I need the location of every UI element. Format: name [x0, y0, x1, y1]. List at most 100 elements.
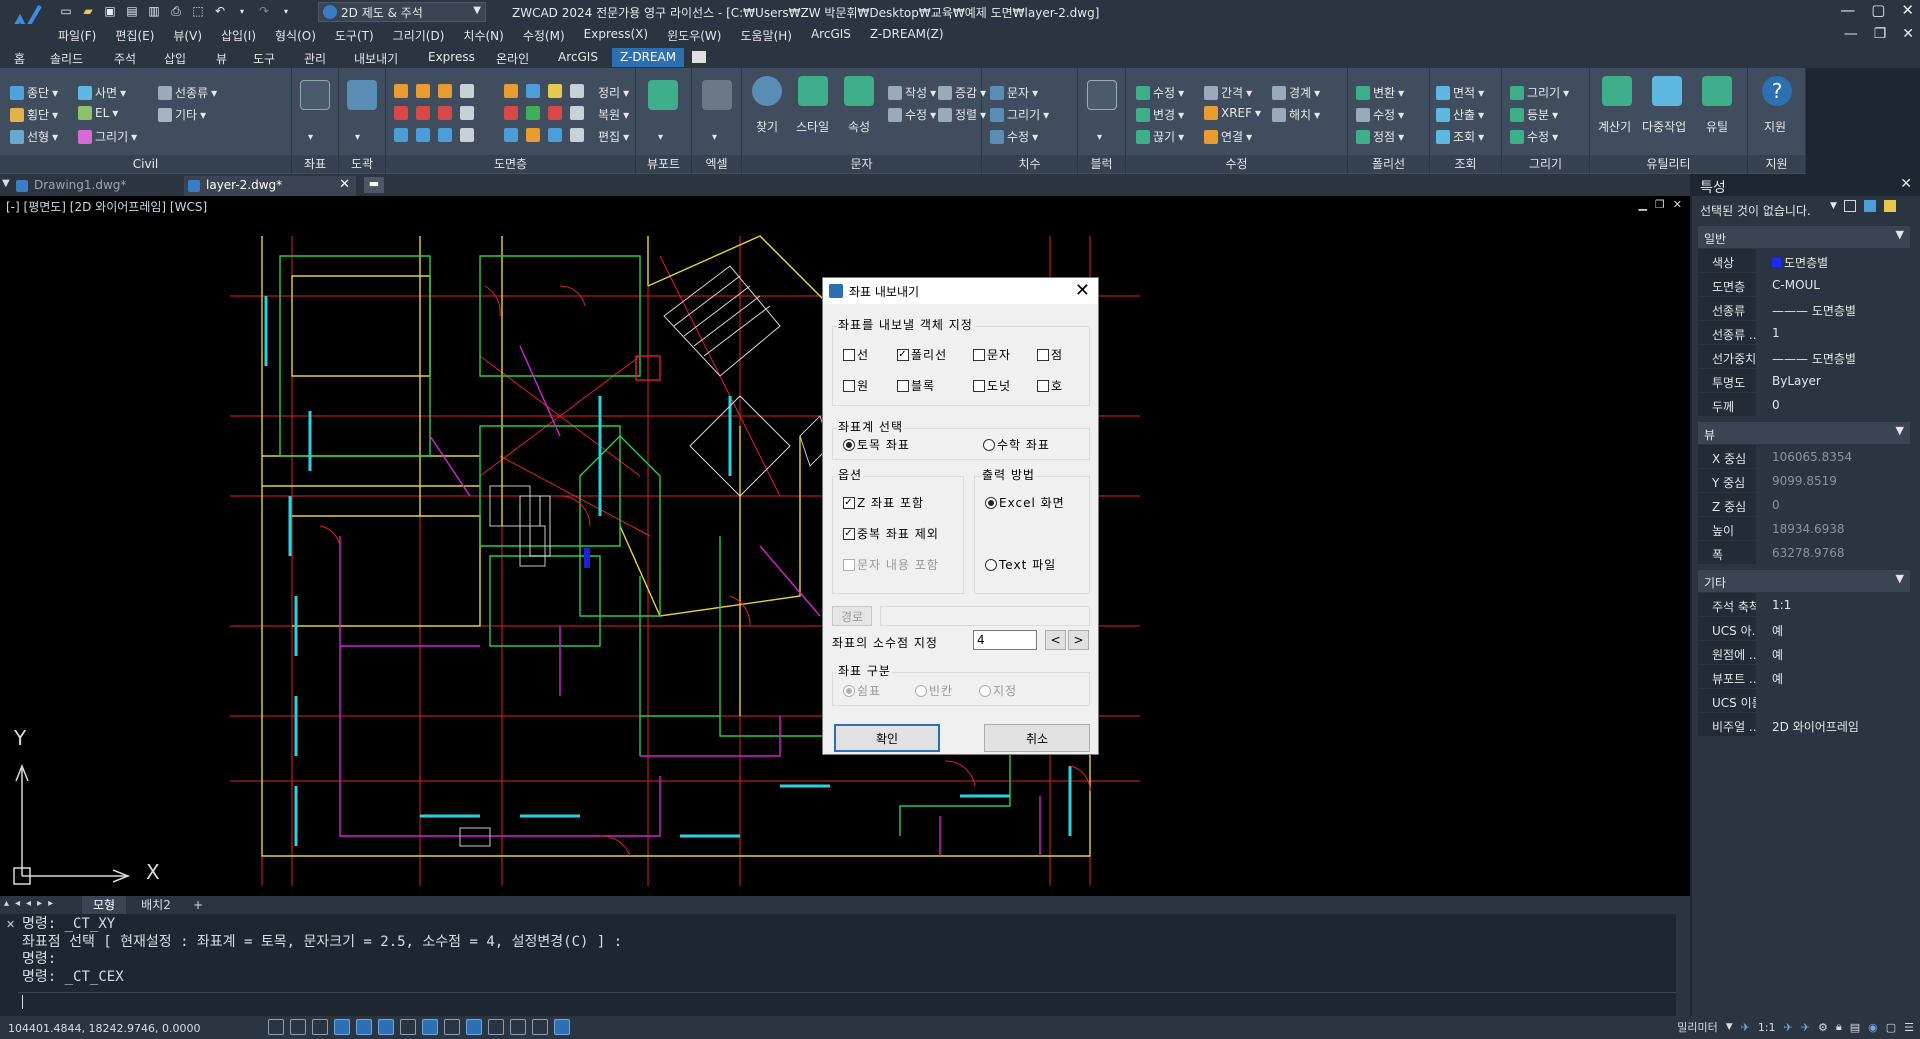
draw-button[interactable]: 그리기 ▾: [1510, 84, 1569, 101]
new-file-icon[interactable]: ▭: [58, 3, 74, 19]
tab-manage[interactable]: 관리: [304, 50, 326, 67]
find-icon[interactable]: [752, 76, 782, 106]
xref-button[interactable]: XREF ▾: [1204, 106, 1261, 120]
boundary-button[interactable]: 경계 ▾: [1272, 84, 1320, 101]
lineweight-toggle[interactable]: [444, 1019, 460, 1035]
autoscale-icon[interactable]: ✈: [1801, 1021, 1810, 1034]
save-as-icon[interactable]: ▤: [124, 3, 140, 19]
frame-icon[interactable]: [347, 80, 377, 110]
checkbox-point[interactable]: 점: [1037, 346, 1063, 363]
hardware-icon[interactable]: ▤: [1850, 1021, 1860, 1034]
prop-linetype[interactable]: 선종류 ——— 도면층별: [1698, 297, 1910, 321]
dim-draw-button[interactable]: 그리기 ▾: [990, 106, 1049, 123]
menu-help[interactable]: 도움말(H): [740, 27, 792, 44]
annotation-scale[interactable]: 1:1: [1758, 1021, 1776, 1034]
isolate-icon[interactable]: ◉: [1868, 1021, 1878, 1034]
ok-button[interactable]: 확인: [834, 724, 940, 752]
doc-minimize-icon[interactable]: —: [1844, 26, 1858, 42]
prop-ucs-per-viewport[interactable]: 뷰포트 ... 예: [1698, 665, 1910, 689]
doc-tab-drawing1[interactable]: Drawing1.dwg*: [12, 176, 182, 196]
checkbox-block[interactable]: 블록: [897, 377, 935, 394]
annotation-visibility-icon[interactable]: ✈: [1784, 1021, 1793, 1034]
checkbox-line[interactable]: 선: [843, 346, 869, 363]
ortho-toggle[interactable]: [312, 1019, 328, 1035]
osnap-toggle[interactable]: [356, 1019, 372, 1035]
checkbox-include-z[interactable]: ✓ Z 좌표 포함: [843, 494, 924, 511]
tab-arcgis[interactable]: ArcGIS: [558, 50, 598, 64]
model-space-toggle[interactable]: [532, 1019, 548, 1035]
text-style-label[interactable]: 스타일: [796, 118, 829, 135]
layer-walk-icon[interactable]: [570, 106, 584, 120]
menu-file[interactable]: 파일(F): [58, 27, 96, 44]
menu-arcgis[interactable]: ArcGIS: [811, 27, 851, 44]
minimize-icon[interactable]: —: [1840, 1, 1855, 19]
customize-icon[interactable]: ☰: [1904, 1021, 1914, 1034]
undo-icon[interactable]: ↶: [212, 3, 228, 19]
layer-isolate-icon[interactable]: [548, 106, 562, 120]
utility-icon[interactable]: [1702, 76, 1732, 106]
menu-modify[interactable]: 수정(M): [523, 27, 565, 44]
checkbox-donut[interactable]: 도넛: [973, 377, 1011, 394]
selection-dropdown[interactable]: 선택된 것이 없습니다. ▼: [1692, 196, 1920, 222]
tab-export[interactable]: 내보내기: [354, 50, 398, 67]
radio-text-file[interactable]: Text 파일: [985, 556, 1056, 573]
calculator-label[interactable]: 계산기: [1598, 118, 1631, 135]
close-icon[interactable]: ✕: [1901, 1, 1914, 19]
workspace-selector[interactable]: 2D 제도 & 주석 ▼: [318, 2, 486, 22]
menu-insert[interactable]: 삽입(I): [221, 27, 256, 44]
layer-c-icon[interactable]: [438, 84, 452, 98]
checkbox-text[interactable]: 문자: [973, 346, 1011, 363]
layer-restore-button[interactable]: 복원 ▾: [598, 106, 629, 123]
civil-etc-button[interactable]: 기타 ▾: [158, 106, 206, 123]
tab-insert[interactable]: 삽입: [164, 50, 186, 67]
layer-e-icon[interactable]: [394, 106, 408, 120]
checkbox-exclude-duplicates[interactable]: ✓ 중복 좌표 제외: [843, 525, 939, 542]
hatch-button[interactable]: 해치 ▾: [1272, 106, 1320, 123]
prop-ucs-name[interactable]: UCS 이름: [1698, 689, 1910, 713]
doc-close-icon[interactable]: ✕: [1902, 26, 1914, 42]
prop-visual-style[interactable]: 비주얼 ... 2D 와이어프레임: [1698, 713, 1910, 737]
checkbox-circle[interactable]: 원: [843, 377, 869, 394]
layer-merge-icon[interactable]: [504, 128, 518, 142]
dynamic-ucs-toggle[interactable]: [400, 1019, 416, 1035]
prop-linetype-scale[interactable]: 선종류 ... 1: [1698, 321, 1910, 345]
menu-window[interactable]: 윈도우(W): [667, 27, 721, 44]
menu-edit[interactable]: 편집(E): [115, 27, 154, 44]
tab-view[interactable]: 뷰: [216, 50, 227, 67]
support-label[interactable]: 지원: [1764, 118, 1786, 135]
layout-tab-model[interactable]: 모형: [82, 896, 126, 914]
layer-f-icon[interactable]: [416, 106, 430, 120]
units-dropdown-icon[interactable]: ▼: [1726, 1022, 1733, 1032]
lock-icon[interactable]: 🔒︎: [1836, 1020, 1842, 1034]
tab-zdream[interactable]: Z-DREAM: [612, 48, 685, 67]
annotation-scale-icon[interactable]: ✈: [1741, 1021, 1750, 1034]
text-properties-icon[interactable]: [844, 76, 874, 106]
offset-button[interactable]: 간격 ▾: [1204, 84, 1252, 101]
doc-tab-layer2[interactable]: layer-2.dwg* ✕: [184, 176, 356, 196]
excel-icon[interactable]: [702, 80, 732, 110]
section-general[interactable]: 일반 ▼: [1698, 226, 1910, 248]
command-input[interactable]: [18, 992, 1688, 1012]
text-properties-label[interactable]: 속성: [848, 118, 870, 135]
workspace-icon[interactable]: ⚙: [1818, 1021, 1828, 1034]
close-icon[interactable]: ✕: [1075, 280, 1090, 301]
toggle-pickadd-icon[interactable]: [1844, 200, 1856, 212]
utility-label[interactable]: 유틸: [1706, 118, 1728, 135]
layer-edit-button[interactable]: 편집 ▾: [598, 128, 629, 145]
checkbox-polyline[interactable]: ✓ 폴리선: [897, 346, 947, 363]
dim-text-button[interactable]: 문자 ▾: [990, 84, 1038, 101]
layer-a-icon[interactable]: [394, 84, 408, 98]
transparency-toggle[interactable]: [466, 1019, 482, 1035]
calculator-icon[interactable]: [1602, 76, 1632, 106]
snap-toggle[interactable]: [290, 1019, 306, 1035]
inquiry-button[interactable]: 조회 ▾: [1436, 128, 1484, 145]
prop-color[interactable]: 색상 도면층별: [1698, 249, 1910, 273]
civil-alignment-button[interactable]: 선형 ▾: [10, 128, 58, 145]
command-close-icon[interactable]: ✕: [6, 918, 15, 931]
save-icon[interactable]: ▣: [102, 3, 118, 19]
close-tab-icon[interactable]: ✕: [339, 177, 350, 192]
layer-delete-icon[interactable]: [504, 106, 518, 120]
layer-on-icon[interactable]: [504, 84, 518, 98]
layer-i-icon[interactable]: [394, 128, 408, 142]
menu-tools[interactable]: 도구(T): [335, 27, 374, 44]
